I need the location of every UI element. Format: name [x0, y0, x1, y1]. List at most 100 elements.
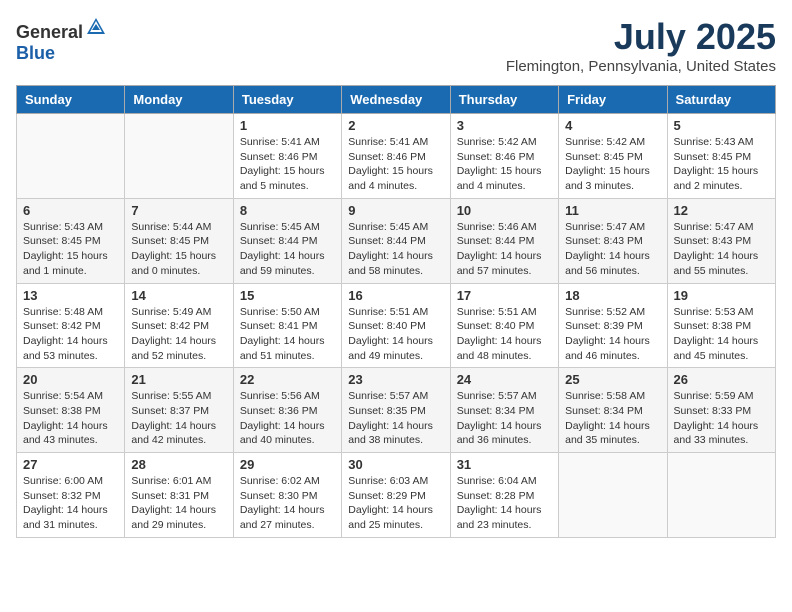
calendar-cell: 28 Sunrise: 6:01 AM Sunset: 8:31 PM Dayli…: [125, 453, 233, 538]
day-number: 24: [457, 372, 552, 387]
calendar-cell: 9Sunrise: 5:45 AM Sunset: 8:44 PM Daylig…: [342, 198, 450, 283]
calendar-title: July 2025: [506, 16, 776, 58]
day-number: 20: [23, 372, 118, 387]
day-number: 4: [565, 118, 660, 133]
day-info: Sunrise: 5:58 AM Sunset: 8:34 PM Dayligh…: [565, 389, 660, 448]
calendar-cell: 8Sunrise: 5:45 AM Sunset: 8:44 PM Daylig…: [233, 198, 341, 283]
day-info: Sunrise: 5:41 AM Sunset: 8:46 PM Dayligh…: [240, 135, 335, 194]
day-number: 28: [131, 457, 226, 472]
day-info: Sunrise: 5:49 AM Sunset: 8:42 PM Dayligh…: [131, 305, 226, 364]
day-info: Sunrise: 5:42 AM Sunset: 8:45 PM Dayligh…: [565, 135, 660, 194]
calendar-cell: 24 Sunrise: 5:57 AM Sunset: 8:34 PM Dayli…: [450, 368, 558, 453]
calendar-cell: 30 Sunrise: 6:03 AM Sunset: 8:29 PM Dayli…: [342, 453, 450, 538]
day-number: 7: [131, 203, 226, 218]
day-number: 13: [23, 288, 118, 303]
calendar-cell: [667, 453, 775, 538]
day-info: Sunrise: 5:41 AM Sunset: 8:46 PM Dayligh…: [348, 135, 443, 194]
day-info: Sunrise: 5:45 AM Sunset: 8:44 PM Dayligh…: [240, 220, 335, 279]
day-number: 3: [457, 118, 552, 133]
calendar-cell: 14 Sunrise: 5:49 AM Sunset: 8:42 PM Dayli…: [125, 283, 233, 368]
day-info: Sunrise: 6:00 AM Sunset: 8:32 PM Dayligh…: [23, 474, 118, 533]
day-info: Sunrise: 6:03 AM Sunset: 8:29 PM Dayligh…: [348, 474, 443, 533]
day-info: Sunrise: 5:47 AM Sunset: 8:43 PM Dayligh…: [674, 220, 769, 279]
calendar-cell: 10 Sunrise: 5:46 AM Sunset: 8:44 PM Dayli…: [450, 198, 558, 283]
day-number: 21: [131, 372, 226, 387]
day-number: 31: [457, 457, 552, 472]
day-info: Sunrise: 5:43 AM Sunset: 8:45 PM Dayligh…: [23, 220, 118, 279]
day-number: 26: [674, 372, 769, 387]
day-number: 27: [23, 457, 118, 472]
day-info: Sunrise: 6:01 AM Sunset: 8:31 PM Dayligh…: [131, 474, 226, 533]
day-number: 2: [348, 118, 443, 133]
weekday-header-sunday: Sunday: [17, 86, 125, 114]
day-info: Sunrise: 5:55 AM Sunset: 8:37 PM Dayligh…: [131, 389, 226, 448]
calendar-cell: 5 Sunrise: 5:43 AM Sunset: 8:45 PM Daylig…: [667, 114, 775, 199]
day-info: Sunrise: 5:57 AM Sunset: 8:35 PM Dayligh…: [348, 389, 443, 448]
logo-icon: [85, 16, 107, 38]
title-block: July 2025 Flemington, Pennsylvania, Unit…: [506, 16, 776, 75]
calendar-cell: 26 Sunrise: 5:59 AM Sunset: 8:33 PM Dayli…: [667, 368, 775, 453]
day-info: Sunrise: 5:44 AM Sunset: 8:45 PM Dayligh…: [131, 220, 226, 279]
day-info: Sunrise: 5:45 AM Sunset: 8:44 PM Dayligh…: [348, 220, 443, 279]
calendar-cell: [125, 114, 233, 199]
calendar-cell: 4 Sunrise: 5:42 AM Sunset: 8:45 PM Daylig…: [559, 114, 667, 199]
day-number: 1: [240, 118, 335, 133]
day-number: 15: [240, 288, 335, 303]
weekday-header-monday: Monday: [125, 86, 233, 114]
day-number: 5: [674, 118, 769, 133]
day-info: Sunrise: 5:50 AM Sunset: 8:41 PM Dayligh…: [240, 305, 335, 364]
calendar-cell: 18 Sunrise: 5:52 AM Sunset: 8:39 PM Dayli…: [559, 283, 667, 368]
calendar-cell: 3 Sunrise: 5:42 AM Sunset: 8:46 PM Daylig…: [450, 114, 558, 199]
weekday-header-wednesday: Wednesday: [342, 86, 450, 114]
day-info: Sunrise: 5:43 AM Sunset: 8:45 PM Dayligh…: [674, 135, 769, 194]
calendar-cell: 16 Sunrise: 5:51 AM Sunset: 8:40 PM Dayli…: [342, 283, 450, 368]
day-number: 23: [348, 372, 443, 387]
day-info: Sunrise: 5:59 AM Sunset: 8:33 PM Dayligh…: [674, 389, 769, 448]
week-row-1: 1 Sunrise: 5:41 AM Sunset: 8:46 PM Daylig…: [17, 114, 776, 199]
day-info: Sunrise: 5:57 AM Sunset: 8:34 PM Dayligh…: [457, 389, 552, 448]
day-number: 22: [240, 372, 335, 387]
calendar-location: Flemington, Pennsylvania, United States: [506, 58, 776, 75]
calendar-cell: 21 Sunrise: 5:55 AM Sunset: 8:37 PM Dayli…: [125, 368, 233, 453]
calendar-cell: 1 Sunrise: 5:41 AM Sunset: 8:46 PM Daylig…: [233, 114, 341, 199]
week-row-2: 6 Sunrise: 5:43 AM Sunset: 8:45 PM Daylig…: [17, 198, 776, 283]
logo-blue: Blue: [16, 43, 55, 63]
calendar-cell: 22Sunrise: 5:56 AM Sunset: 8:36 PM Dayli…: [233, 368, 341, 453]
calendar-cell: 25 Sunrise: 5:58 AM Sunset: 8:34 PM Dayli…: [559, 368, 667, 453]
calendar-cell: 2 Sunrise: 5:41 AM Sunset: 8:46 PM Daylig…: [342, 114, 450, 199]
day-number: 10: [457, 203, 552, 218]
day-info: Sunrise: 5:51 AM Sunset: 8:40 PM Dayligh…: [348, 305, 443, 364]
day-number: 18: [565, 288, 660, 303]
calendar-cell: 13 Sunrise: 5:48 AM Sunset: 8:42 PM Dayli…: [17, 283, 125, 368]
day-info: Sunrise: 5:46 AM Sunset: 8:44 PM Dayligh…: [457, 220, 552, 279]
day-number: 6: [23, 203, 118, 218]
day-number: 12: [674, 203, 769, 218]
page-header: General Blue July 2025 Flemington, Penns…: [16, 16, 776, 75]
day-number: 14: [131, 288, 226, 303]
day-info: Sunrise: 5:42 AM Sunset: 8:46 PM Dayligh…: [457, 135, 552, 194]
day-number: 30: [348, 457, 443, 472]
logo: General Blue: [16, 16, 107, 64]
day-info: Sunrise: 5:47 AM Sunset: 8:43 PM Dayligh…: [565, 220, 660, 279]
weekday-header-row: SundayMondayTuesdayWednesdayThursdayFrid…: [17, 86, 776, 114]
day-number: 11: [565, 203, 660, 218]
day-number: 29: [240, 457, 335, 472]
week-row-3: 13 Sunrise: 5:48 AM Sunset: 8:42 PM Dayli…: [17, 283, 776, 368]
calendar-cell: 27 Sunrise: 6:00 AM Sunset: 8:32 PM Dayli…: [17, 453, 125, 538]
calendar-cell: [17, 114, 125, 199]
calendar-cell: 20 Sunrise: 5:54 AM Sunset: 8:38 PM Dayli…: [17, 368, 125, 453]
day-number: 19: [674, 288, 769, 303]
week-row-5: 27 Sunrise: 6:00 AM Sunset: 8:32 PM Dayli…: [17, 453, 776, 538]
logo-text: General Blue: [16, 16, 107, 64]
weekday-header-thursday: Thursday: [450, 86, 558, 114]
day-info: Sunrise: 5:48 AM Sunset: 8:42 PM Dayligh…: [23, 305, 118, 364]
day-number: 25: [565, 372, 660, 387]
day-info: Sunrise: 5:52 AM Sunset: 8:39 PM Dayligh…: [565, 305, 660, 364]
day-number: 16: [348, 288, 443, 303]
day-info: Sunrise: 6:04 AM Sunset: 8:28 PM Dayligh…: [457, 474, 552, 533]
calendar-cell: 17Sunrise: 5:51 AM Sunset: 8:40 PM Dayli…: [450, 283, 558, 368]
calendar-cell: 23 Sunrise: 5:57 AM Sunset: 8:35 PM Dayli…: [342, 368, 450, 453]
calendar-cell: 19Sunrise: 5:53 AM Sunset: 8:38 PM Dayli…: [667, 283, 775, 368]
calendar-cell: 7 Sunrise: 5:44 AM Sunset: 8:45 PM Daylig…: [125, 198, 233, 283]
day-info: Sunrise: 5:54 AM Sunset: 8:38 PM Dayligh…: [23, 389, 118, 448]
